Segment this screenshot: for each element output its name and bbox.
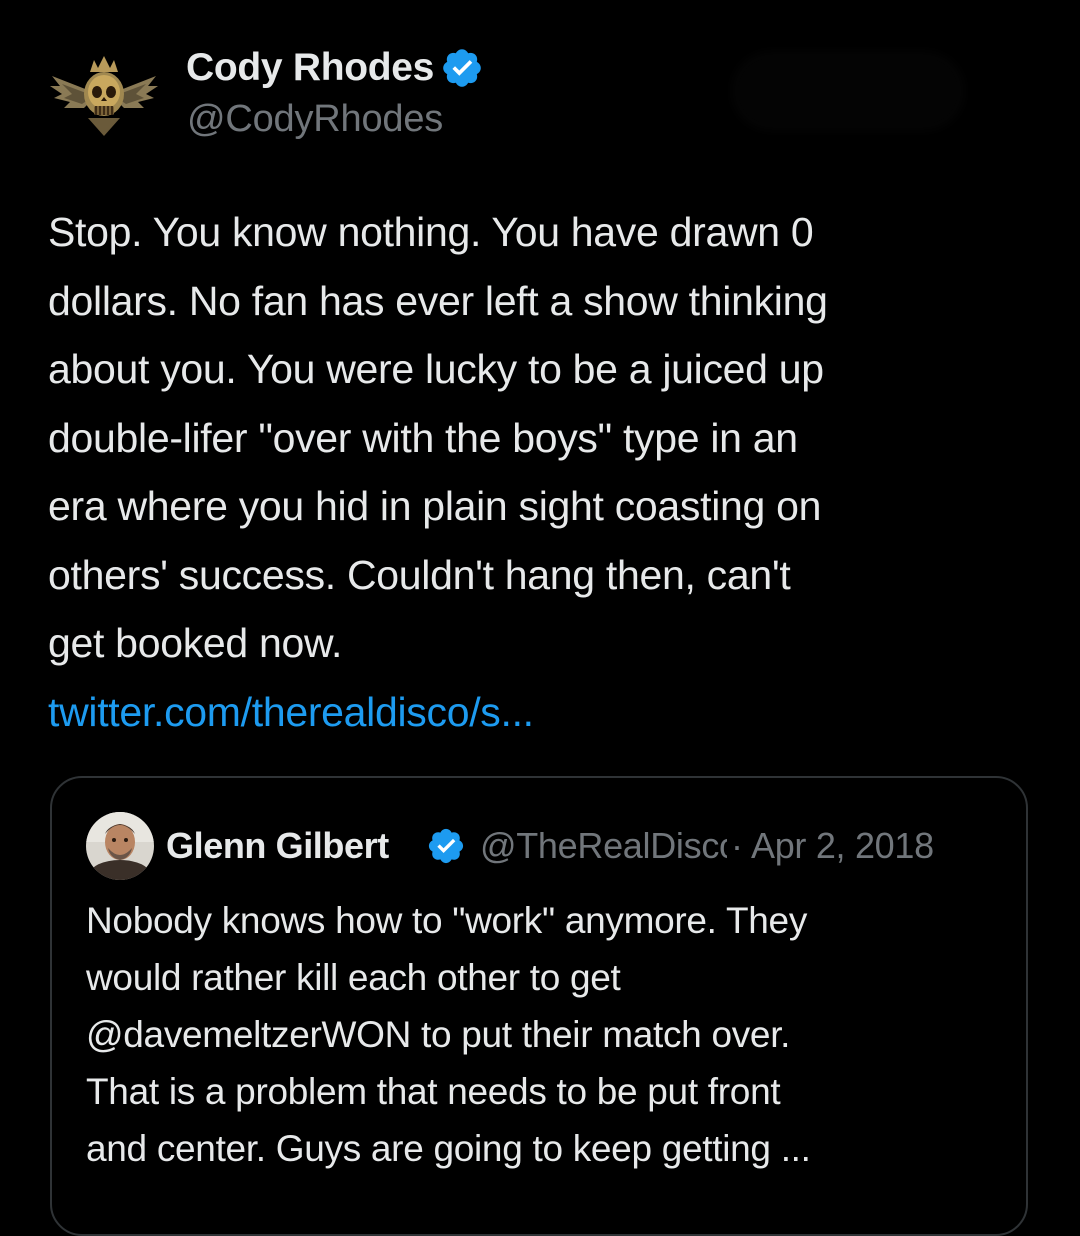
author-avatar[interactable] xyxy=(48,52,160,140)
author-handle[interactable]: @CodyRhodes xyxy=(187,98,443,141)
verified-badge-icon[interactable] xyxy=(426,826,466,866)
quoted-author-handle[interactable]: @TheRealDisco xyxy=(480,825,727,867)
quoted-tweet-text: Nobody knows how to "work" anymore. They… xyxy=(86,892,1006,1177)
tweet-text-line: era where you hid in plain sight coastin… xyxy=(48,483,822,529)
tweet-text: Stop. You know nothing. You have drawn 0… xyxy=(48,198,1038,678)
tweet-text-line: get booked now. xyxy=(48,620,343,666)
faded-follow-button xyxy=(738,58,958,124)
quoted-text-line: Nobody knows how to "work" anymore. They xyxy=(86,900,808,941)
tweet-text-line: dollars. No fan has ever left a show thi… xyxy=(48,277,828,324)
quoted-text-line: would rather kill each other to get xyxy=(86,957,621,998)
tweet-link[interactable]: twitter.com/therealdisco/s... xyxy=(48,678,534,746)
quoted-text-line: That is a problem that needs to be put f… xyxy=(86,1071,781,1112)
winged-skull-crest-icon xyxy=(50,56,158,136)
quoted-author-avatar[interactable] xyxy=(86,812,154,880)
tweet-text-line: Stop. You know nothing. You have drawn 0 xyxy=(48,209,814,255)
tweet-text-line: double-lifer "over with the boys" type i… xyxy=(48,414,798,461)
author-name-row[interactable]: Cody Rhodes xyxy=(186,42,484,94)
tweet-text-line: others' success. Couldn't hang then, can… xyxy=(48,551,791,598)
quoted-tweet-date[interactable]: Apr 2, 2018 xyxy=(751,825,934,867)
profile-photo xyxy=(86,812,154,880)
author-display-name[interactable]: Cody Rhodes xyxy=(186,46,434,90)
quoted-author-display-name[interactable]: Glenn Gilbert xyxy=(166,825,424,867)
quoted-tweet-header[interactable]: Glenn Gilbert @TheRealDisco · Apr 2, 201… xyxy=(166,820,934,872)
quoted-text-line: and center. Guys are going to keep getti… xyxy=(86,1128,811,1169)
quoted-text-line: @davemeltzerWON to put their match over. xyxy=(86,1014,791,1055)
tweet-text-line: about you. You were lucky to be a juiced… xyxy=(48,346,824,392)
verified-badge-icon[interactable] xyxy=(440,46,484,90)
separator-dot: · xyxy=(731,825,743,866)
tweet: Cody Rhodes @CodyRhodes Stop. You know n… xyxy=(0,0,1080,1236)
